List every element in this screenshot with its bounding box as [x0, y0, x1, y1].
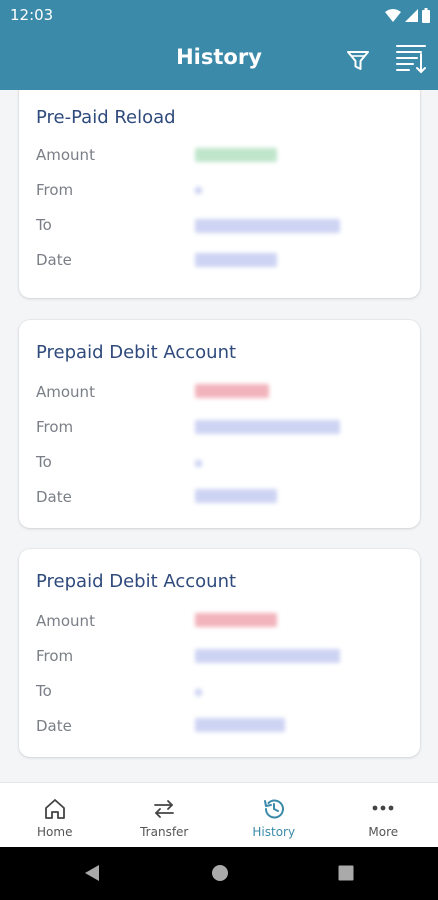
history-list[interactable]: Pre-Paid Reload Amount From To Date Prep… [0, 90, 438, 782]
to-label: To [36, 216, 52, 234]
amount-value [195, 148, 277, 162]
date-value [195, 253, 277, 267]
date-label: Date [36, 251, 72, 269]
transaction-title: Prepaid Debit Account [36, 571, 237, 592]
nav-label-history: History [252, 825, 296, 839]
amount-label: Amount [36, 146, 95, 164]
transaction-card[interactable]: Prepaid Debit Account Amount From To Dat… [19, 320, 420, 528]
home-icon [44, 799, 65, 819]
more-icon [372, 805, 394, 811]
transaction-title: Prepaid Debit Account [36, 342, 237, 363]
nav-item-home[interactable]: Home [0, 783, 110, 848]
status-bar: 12:03 [0, 0, 438, 30]
from-value [195, 420, 340, 434]
status-time: 12:03 [10, 6, 54, 24]
to-value [195, 460, 202, 467]
date-label: Date [36, 488, 72, 506]
page-title: History [176, 45, 262, 69]
app-bar: History [0, 30, 438, 90]
amount-value [195, 613, 277, 627]
transaction-card[interactable]: Pre-Paid Reload Amount From To Date [19, 90, 420, 298]
nav-item-transfer[interactable]: Transfer [110, 783, 220, 848]
to-value [195, 689, 202, 696]
date-value [195, 489, 277, 503]
to-label: To [36, 682, 52, 700]
from-label: From [36, 181, 74, 199]
transfer-icon [154, 800, 175, 818]
home-circle-icon[interactable] [211, 863, 229, 883]
sort-icon [396, 45, 426, 74]
from-label: From [36, 418, 74, 436]
sort-button[interactable] [393, 40, 429, 78]
history-icon [263, 799, 284, 819]
date-value [195, 718, 285, 732]
filter-icon [347, 51, 369, 70]
bottom-nav: Home Transfer History More [0, 782, 438, 847]
status-icons [385, 5, 430, 25]
from-label: From [36, 647, 74, 665]
nav-label-transfer: Transfer [140, 825, 189, 839]
amount-value [195, 384, 269, 398]
nav-item-more[interactable]: More [329, 783, 438, 848]
filter-button[interactable] [344, 44, 372, 74]
nav-label-home: Home [37, 825, 73, 839]
recents-icon[interactable] [337, 863, 355, 883]
amount-label: Amount [36, 612, 95, 630]
cell-signal-icon [405, 8, 418, 22]
nav-label-more: More [368, 825, 399, 839]
from-value [195, 187, 202, 194]
amount-label: Amount [36, 383, 95, 401]
battery-icon [422, 7, 430, 23]
nav-item-history[interactable]: History [219, 783, 329, 848]
to-label: To [36, 453, 52, 471]
transaction-card[interactable]: Prepaid Debit Account Amount From To Dat… [19, 549, 420, 757]
from-value [195, 649, 340, 663]
back-icon[interactable] [83, 863, 101, 883]
to-value [195, 219, 340, 233]
system-nav-bar [0, 847, 438, 900]
wifi-icon [385, 8, 401, 22]
date-label: Date [36, 717, 72, 735]
transaction-title: Pre-Paid Reload [36, 107, 176, 128]
